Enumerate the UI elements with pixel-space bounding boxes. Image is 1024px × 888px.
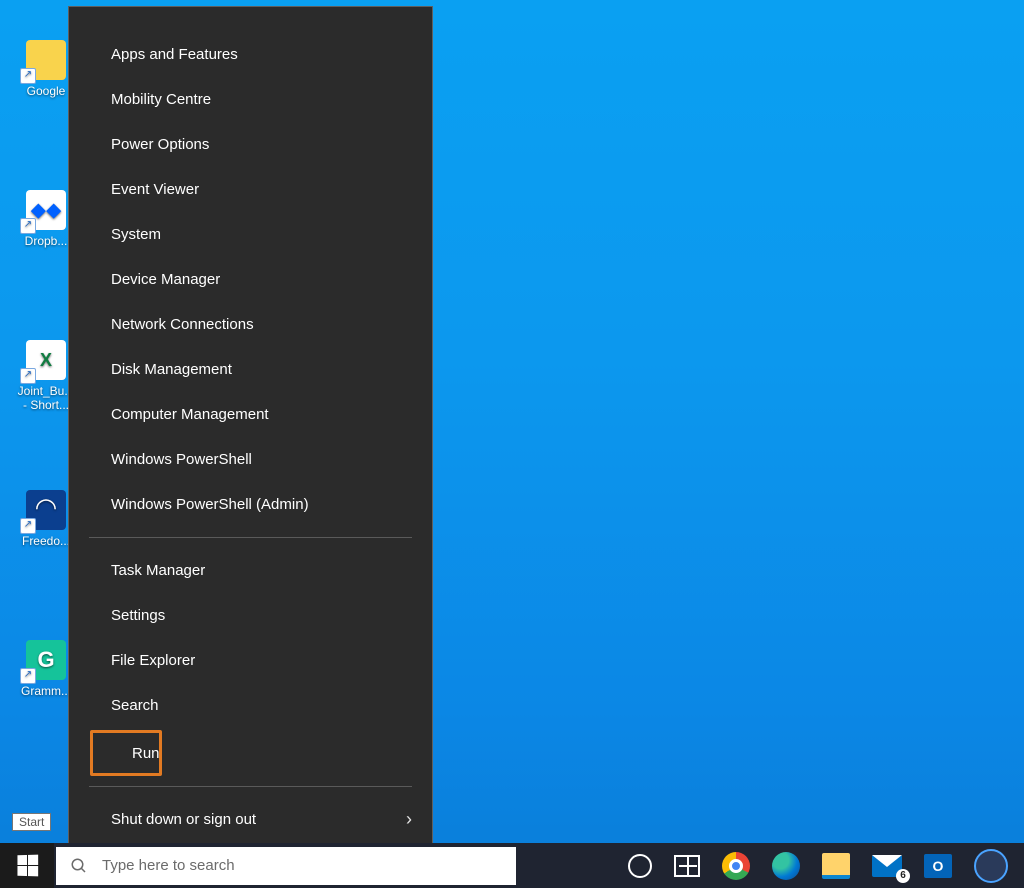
search-icon <box>70 857 88 875</box>
winx-item-label: Computer Management <box>111 406 269 423</box>
winx-item-mobility-centre[interactable]: Mobility Centre <box>69 77 432 122</box>
taskbar: Type here to search 6 O <box>0 843 1024 888</box>
winx-item-disk-management[interactable]: Disk Management <box>69 347 432 392</box>
taskbar-search[interactable]: Type here to search <box>56 847 516 885</box>
start-button[interactable] <box>0 843 54 888</box>
winx-item-label: Settings <box>111 607 165 624</box>
winx-item-label: System <box>111 226 161 243</box>
winx-item-run[interactable]: Run <box>90 730 162 776</box>
winx-item-task-manager[interactable]: Task Manager <box>69 548 432 593</box>
winx-item-label: Windows PowerShell <box>111 451 252 468</box>
winx-item-event-viewer[interactable]: Event Viewer <box>69 167 432 212</box>
winx-item-label: Windows PowerShell (Admin) <box>111 496 309 513</box>
excel-icon: X↗ <box>26 340 66 380</box>
winx-item-settings[interactable]: Settings <box>69 593 432 638</box>
taskbar-tray: 6 O <box>628 849 1024 883</box>
mail-badge: 6 <box>896 869 910 883</box>
outlook-icon[interactable]: O <box>924 854 952 878</box>
winx-item-label: Run <box>132 745 160 762</box>
start-tooltip: Start <box>12 813 51 831</box>
winx-item-apps-and-features[interactable]: Apps and Features <box>69 32 432 77</box>
windows-logo-icon <box>17 855 38 877</box>
shortcut-arrow-icon: ↗ <box>20 218 36 234</box>
google-icon: ↗ <box>26 40 66 80</box>
winx-menu: Apps and Features Mobility Centre Power Op… <box>68 6 433 878</box>
winx-item-power-options[interactable]: Power Options <box>69 122 432 167</box>
winx-item-label: Disk Management <box>111 361 232 378</box>
mail-icon[interactable]: 6 <box>872 855 902 877</box>
winx-item-device-manager[interactable]: Device Manager <box>69 257 432 302</box>
cortana-icon[interactable] <box>628 854 652 878</box>
freedome-icon: ◠↗ <box>26 490 66 530</box>
shortcut-arrow-icon: ↗ <box>20 68 36 84</box>
shortcut-arrow-icon: ↗ <box>20 518 36 534</box>
winx-item-label: Shut down or sign out <box>111 811 256 828</box>
winx-item-label: Power Options <box>111 136 209 153</box>
winx-item-search[interactable]: Search <box>69 683 432 728</box>
shortcut-arrow-icon: ↗ <box>20 368 36 384</box>
winx-item-network-connections[interactable]: Network Connections <box>69 302 432 347</box>
dropbox-icon: ⬥⬥↗ <box>26 190 66 230</box>
chrome-icon[interactable] <box>722 852 750 880</box>
winx-item-label: Apps and Features <box>111 46 238 63</box>
task-view-icon[interactable] <box>674 855 700 877</box>
file-explorer-icon[interactable] <box>822 853 850 879</box>
winx-item-system[interactable]: System <box>69 212 432 257</box>
winx-item-shut-down-or-sign-out[interactable]: Shut down or sign out › <box>69 797 432 842</box>
shortcut-arrow-icon: ↗ <box>20 668 36 684</box>
chevron-right-icon: › <box>406 809 412 830</box>
winx-item-windows-powershell-admin-[interactable]: Windows PowerShell (Admin) <box>69 482 432 527</box>
winx-item-label: Mobility Centre <box>111 91 211 108</box>
winx-item-label: Search <box>111 697 159 714</box>
winx-item-label: Device Manager <box>111 271 220 288</box>
winx-item-label: Task Manager <box>111 562 205 579</box>
winx-separator <box>89 537 412 538</box>
edge-icon[interactable] <box>772 852 800 880</box>
winx-item-label: Network Connections <box>111 316 254 333</box>
winx-item-computer-management[interactable]: Computer Management <box>69 392 432 437</box>
winx-item-windows-powershell[interactable]: Windows PowerShell <box>69 437 432 482</box>
winx-item-label: File Explorer <box>111 652 195 669</box>
user-avatar-icon[interactable] <box>974 849 1008 883</box>
search-placeholder: Type here to search <box>102 857 235 874</box>
grammarly-icon: G↗ <box>26 640 66 680</box>
winx-item-file-explorer[interactable]: File Explorer <box>69 638 432 683</box>
winx-separator <box>89 786 412 787</box>
winx-item-label: Event Viewer <box>111 181 199 198</box>
